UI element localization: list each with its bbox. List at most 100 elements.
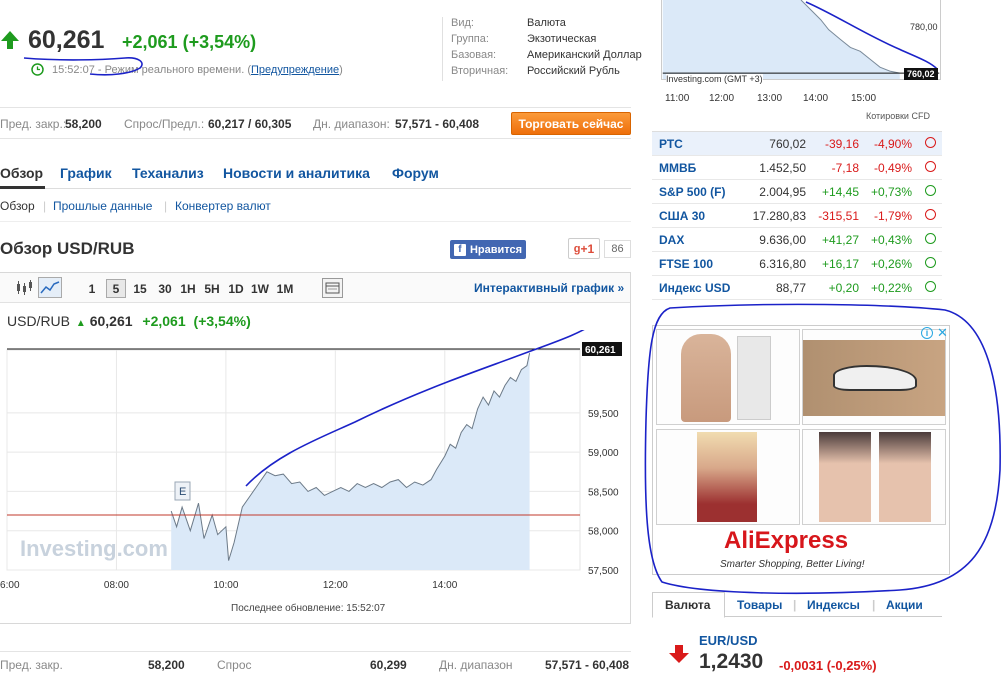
index-change: +16,17 bbox=[821, 257, 859, 271]
period-1w[interactable]: 1W bbox=[250, 279, 270, 298]
index-name[interactable]: ММВБ bbox=[659, 161, 696, 175]
x-tick-label: 12:00 bbox=[323, 580, 348, 591]
price-chart[interactable]: 06:00 08:00 10:00 12:00 14:00 57,500 58,000 58,… bbox=[0, 330, 631, 600]
index-change-pct: +0,43% bbox=[870, 233, 912, 247]
legend-change: +2,061 bbox=[142, 313, 186, 329]
summary-row: Пред. закр. 58,200 Спрос 60,299 Дн. диап… bbox=[0, 651, 631, 672]
google-plus-icon: g bbox=[573, 242, 581, 255]
tab-forum[interactable]: Форум bbox=[392, 165, 439, 181]
mini-x-tick: 14:00 bbox=[803, 93, 829, 104]
tab-news[interactable]: Новости и аналитика bbox=[223, 165, 370, 181]
index-price: 1.452,50 bbox=[759, 161, 806, 175]
index-row[interactable]: S&P 500 (F) 2.004,95 +14,45 +0,73% bbox=[652, 180, 942, 204]
info-value: Валюта bbox=[527, 17, 566, 29]
eurusd-link[interactable]: EUR/USD bbox=[699, 633, 758, 648]
x-tick-label: 14:00 bbox=[432, 580, 457, 591]
area-chart-icon[interactable] bbox=[38, 277, 62, 298]
bid-ask-value: 60,217 / 60,305 bbox=[208, 117, 292, 131]
tab-overview[interactable]: Обзор bbox=[0, 165, 43, 181]
index-row[interactable]: DAX 9.636,00 +41,27 +0,43% bbox=[652, 228, 942, 252]
info-value: Американский Доллар bbox=[527, 49, 642, 61]
price-change: +2,061 (+3,54%) bbox=[122, 32, 256, 53]
info-key: Базовая: bbox=[451, 49, 497, 61]
subtab-converter[interactable]: Конвертер валют bbox=[175, 199, 271, 213]
index-change-pct: +0,26% bbox=[870, 257, 912, 271]
period-1h[interactable]: 1H bbox=[178, 279, 198, 298]
summary-bid-label: Спрос bbox=[217, 658, 252, 672]
index-name[interactable]: РТС bbox=[659, 137, 683, 151]
y-tick-label: 58,000 bbox=[588, 527, 619, 538]
last-update: Последнее обновление: 15:52:07 bbox=[231, 603, 386, 614]
warning-link[interactable]: Предупреждение bbox=[251, 64, 339, 76]
facebook-like-label: Нравится bbox=[469, 243, 523, 256]
mini-chart[interactable] bbox=[661, 0, 941, 80]
info-row: Вторичная: Российский Рубль bbox=[451, 65, 642, 81]
info-key: Вид: bbox=[451, 17, 474, 29]
facebook-icon: f bbox=[453, 243, 466, 256]
index-change: -7,18 bbox=[831, 161, 859, 175]
trade-now-button[interactable]: Торговать сейчас bbox=[511, 112, 631, 135]
index-change-pct: +0,22% bbox=[870, 281, 912, 295]
interactive-chart-link[interactable]: Интерактивный график » bbox=[474, 281, 624, 295]
period-1m[interactable]: 1M bbox=[274, 279, 296, 298]
index-row[interactable]: США 30 17.280,83 -315,51 -1,79% bbox=[652, 204, 942, 228]
mini-x-tick: 15:00 bbox=[851, 93, 877, 104]
tabs-divider bbox=[0, 188, 631, 189]
period-1d[interactable]: 1D bbox=[226, 279, 246, 298]
mini-chart-source: Investing.com (GMT +3) bbox=[666, 74, 763, 84]
index-change: -39,16 bbox=[824, 137, 859, 151]
index-change-pct: -4,90% bbox=[873, 137, 912, 151]
index-row[interactable]: РТС 760,02 -39,16 -4,90% bbox=[652, 132, 942, 156]
summary-prev-close-label: Пред. закр. bbox=[0, 658, 63, 672]
index-price: 17.280,83 bbox=[752, 209, 806, 223]
legend-change-pct: (+3,54%) bbox=[193, 313, 251, 329]
clock-icon bbox=[925, 257, 936, 268]
page-title: Обзор USD/RUB bbox=[0, 239, 135, 258]
tab-technical[interactable]: Теханализ bbox=[132, 165, 204, 181]
index-row[interactable]: ММВБ 1.452,50 -7,18 -0,49% bbox=[652, 156, 942, 180]
bid-ask-label: Спрос/Предл.: bbox=[124, 117, 205, 131]
legend-pair: USD/RUB bbox=[7, 313, 71, 329]
subtab-history[interactable]: Прошлые данные bbox=[53, 199, 152, 213]
index-change-pct: -1,79% bbox=[873, 209, 912, 223]
index-name[interactable]: Индекс USD bbox=[659, 281, 730, 295]
index-name[interactable]: DAX bbox=[659, 233, 684, 247]
instrument-info: Вид: Валюта Группа: Экзотическая Базовая: А… bbox=[442, 17, 642, 81]
period-30[interactable]: 30 bbox=[155, 279, 175, 298]
price-change-value: +2,061 bbox=[122, 32, 178, 52]
subtab-separator: | bbox=[164, 199, 168, 213]
period-5h[interactable]: 5H bbox=[202, 279, 222, 298]
summary-bid: 60,299 bbox=[370, 658, 407, 672]
index-change-pct: +0,73% bbox=[870, 185, 912, 199]
facebook-like-button[interactable]: f Нравится bbox=[450, 240, 526, 259]
index-name[interactable]: США 30 bbox=[659, 209, 705, 223]
index-price: 9.636,00 bbox=[759, 233, 806, 247]
index-row[interactable]: Индекс USD 88,77 +0,20 +0,22% bbox=[652, 276, 942, 300]
tab-chart[interactable]: График bbox=[60, 165, 112, 181]
tab-indices[interactable]: Индексы bbox=[807, 598, 860, 612]
eurusd-price: 1,2430 bbox=[699, 650, 764, 673]
index-name[interactable]: S&P 500 (F) bbox=[659, 185, 725, 199]
summary-range: 57,571 - 60,408 bbox=[545, 658, 630, 672]
info-row: Группа: Экзотическая bbox=[451, 33, 642, 49]
mini-x-tick: 13:00 bbox=[757, 93, 783, 104]
period-15[interactable]: 15 bbox=[130, 279, 150, 298]
index-row[interactable]: FTSE 100 6.316,80 +16,17 +0,26% bbox=[652, 252, 942, 276]
clock-icon bbox=[925, 185, 936, 196]
subtab-overview[interactable]: Обзор bbox=[0, 199, 35, 213]
tab-commodities[interactable]: Товары bbox=[737, 598, 782, 612]
calendar-icon[interactable] bbox=[322, 278, 343, 298]
period-1[interactable]: 1 bbox=[85, 279, 99, 298]
current-price: 60,261 bbox=[28, 26, 105, 54]
mini-chart-area bbox=[662, 0, 900, 79]
period-5[interactable]: 5 bbox=[106, 279, 126, 298]
tab-currency[interactable]: Валюта bbox=[665, 598, 710, 612]
candlestick-icon[interactable] bbox=[14, 279, 34, 297]
index-name[interactable]: FTSE 100 bbox=[659, 257, 713, 271]
index-price: 2.004,95 bbox=[759, 185, 806, 199]
mini-x-tick: 12:00 bbox=[709, 93, 735, 104]
y-tick-label: 57,500 bbox=[588, 566, 619, 577]
google-plus-button[interactable]: g +1 bbox=[568, 238, 600, 259]
tab-stocks[interactable]: Акции bbox=[886, 598, 923, 612]
tab-separator: | bbox=[872, 598, 876, 612]
